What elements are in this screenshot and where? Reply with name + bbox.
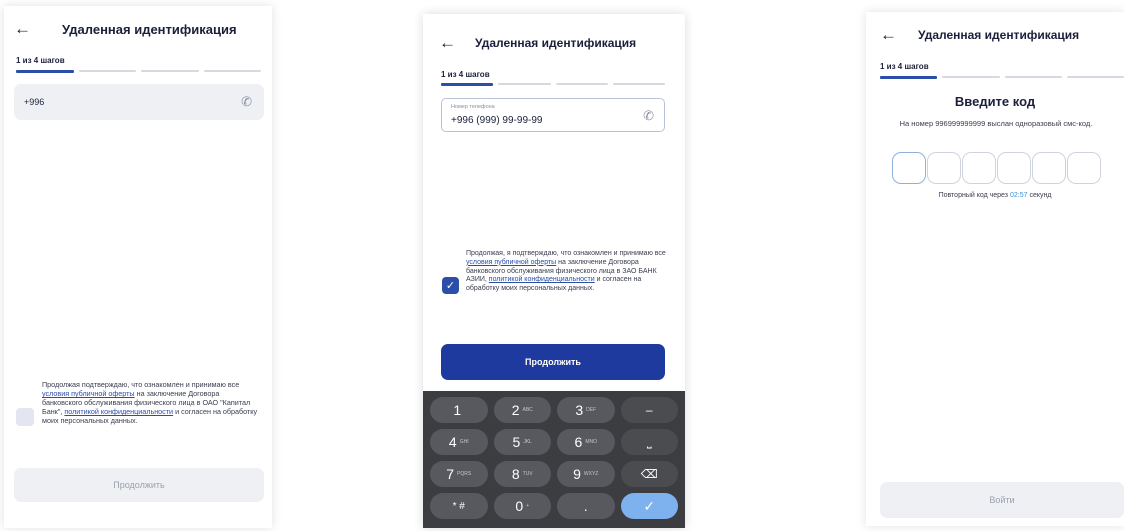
phone-input-value: +996 [24, 97, 45, 107]
screen-phone-entry-filled: ← Удаленная идентификация 1 из 4 шагов Н… [423, 14, 685, 528]
phone-icon: ✆ [643, 108, 654, 123]
step-1 [441, 83, 494, 86]
continue-button[interactable]: Продолжить [14, 468, 264, 502]
phone-input[interactable]: +996 ✆ [14, 84, 264, 120]
confirm-check-icon[interactable]: ✓ [620, 493, 678, 519]
key-dot[interactable]: . [557, 493, 615, 519]
key-2[interactable]: 2 ABC [493, 397, 551, 423]
step-3 [555, 83, 608, 85]
continue-button[interactable]: Продолжить [441, 344, 665, 380]
resend-timer-text: Повторный код через 02:57 секунд [866, 192, 1124, 199]
otp-cell[interactable] [1067, 152, 1101, 184]
key-1[interactable]: 1 [430, 397, 488, 423]
consent-text: Продолжая подтверждаю, что ознакомлен и … [42, 380, 258, 425]
step-progress [441, 83, 665, 86]
step-label: 1 из 4 шагов [880, 62, 929, 71]
privacy-policy-link[interactable]: политикой конфиденциальности [489, 276, 595, 283]
step-4 [612, 83, 665, 85]
otp-input[interactable] [892, 152, 1101, 184]
privacy-policy-link[interactable]: политикой конфиденциальности [64, 407, 173, 416]
resend-timer: 02:57 [1009, 192, 1028, 199]
phone-input[interactable]: Номер телефона +996 (999) 99-99-99 ✆ [441, 98, 665, 132]
key-8[interactable]: 8 TUV [493, 461, 551, 487]
key-5[interactable]: 5 JKL [493, 429, 551, 455]
key-9[interactable]: 9 WXYZ [557, 461, 615, 487]
code-description: На номер 996999999999 выслан одноразовый… [899, 119, 1093, 128]
key-star-hash[interactable]: * # [430, 493, 488, 519]
header: ← Удаленная идентификация [423, 14, 685, 58]
step-2 [78, 70, 136, 72]
header: ← Удаленная идентификация [866, 12, 1124, 56]
screen-phone-entry-empty: ← Удаленная идентификация 1 из 4 шагов +… [4, 6, 272, 528]
consent-text-part: Продолжая подтверждаю, что ознакомлен и … [42, 380, 240, 389]
keyboard-row: 4 GHI 5 JKL 6 MNO ⎵ [430, 429, 678, 455]
key-minus[interactable]: – [620, 397, 678, 423]
otp-cell[interactable] [892, 152, 926, 184]
backspace-icon[interactable]: ⌫ [620, 461, 678, 487]
step-3 [141, 70, 199, 72]
code-title: Введите код [954, 94, 1036, 109]
numeric-keyboard: 1 2 ABC 3 DEF – 4 GHI 5 JKL 6 MNO ⎵ 7 PQRS 8 TU… [423, 391, 685, 528]
otp-cell[interactable] [997, 152, 1031, 184]
key-4[interactable]: 4 GHI [430, 429, 488, 455]
otp-cell[interactable] [1032, 152, 1066, 184]
step-2 [942, 76, 1000, 78]
keyboard-row: 7 PQRS 8 TUV 9 WXYZ ⌫ [430, 461, 678, 487]
page-title: Удаленная идентификация [62, 22, 237, 37]
arrow-left-icon[interactable]: ← [14, 20, 31, 37]
header: ← Удаленная идентификация [4, 6, 272, 50]
keyboard-row: 1 2 ABC 3 DEF – [430, 397, 678, 423]
key-3[interactable]: 3 DEF [557, 397, 615, 423]
key-7[interactable]: 7 PQRS [430, 461, 488, 487]
space-key-icon[interactable]: ⎵ [620, 429, 678, 455]
step-label: 1 из 4 шагов [441, 70, 490, 79]
step-progress [880, 76, 1124, 79]
step-2 [498, 83, 551, 85]
step-label: 1 из 4 шагов [16, 56, 65, 65]
phone-input-label: Номер телефона [451, 104, 495, 110]
check-icon: ✓ [445, 280, 456, 292]
keyboard-row: * # 0 + . ✓ [430, 493, 678, 519]
otp-cell[interactable] [962, 152, 996, 184]
consent-checkbox[interactable]: ✓ [442, 277, 459, 294]
login-button[interactable]: Войти [880, 482, 1124, 518]
otp-cell[interactable] [927, 152, 961, 184]
resend-suffix: секунд [1027, 192, 1052, 199]
page-title: Удаленная идентификация [918, 28, 1080, 42]
consent-text-part: Продолжая, я подтверждаю, что ознакомлен… [466, 250, 666, 257]
step-1 [16, 70, 74, 73]
public-offer-link[interactable]: условия публичной оферты [466, 259, 556, 266]
arrow-left-icon[interactable]: ← [439, 34, 456, 51]
screen-sms-code: ← Удаленная идентификация 1 из 4 шагов В… [866, 12, 1124, 526]
arrow-left-icon[interactable]: ← [880, 26, 897, 43]
resend-prefix: Повторный код через [938, 192, 1010, 199]
step-4 [203, 70, 261, 72]
step-4 [1066, 76, 1124, 78]
consent-text: Продолжая, я подтверждаю, что ознакомлен… [466, 250, 666, 294]
page-title: Удаленная идентификация [475, 36, 637, 50]
key-0[interactable]: 0 + [493, 493, 551, 519]
consent-checkbox[interactable] [16, 408, 34, 426]
step-progress [16, 70, 261, 73]
phone-input-value: +996 (999) 99-99-99 [451, 115, 543, 126]
public-offer-link[interactable]: условия публичной оферты [42, 389, 135, 398]
key-6[interactable]: 6 MNO [557, 429, 615, 455]
phone-icon: ✆ [241, 94, 252, 109]
step-3 [1004, 76, 1062, 78]
step-1 [880, 76, 938, 79]
